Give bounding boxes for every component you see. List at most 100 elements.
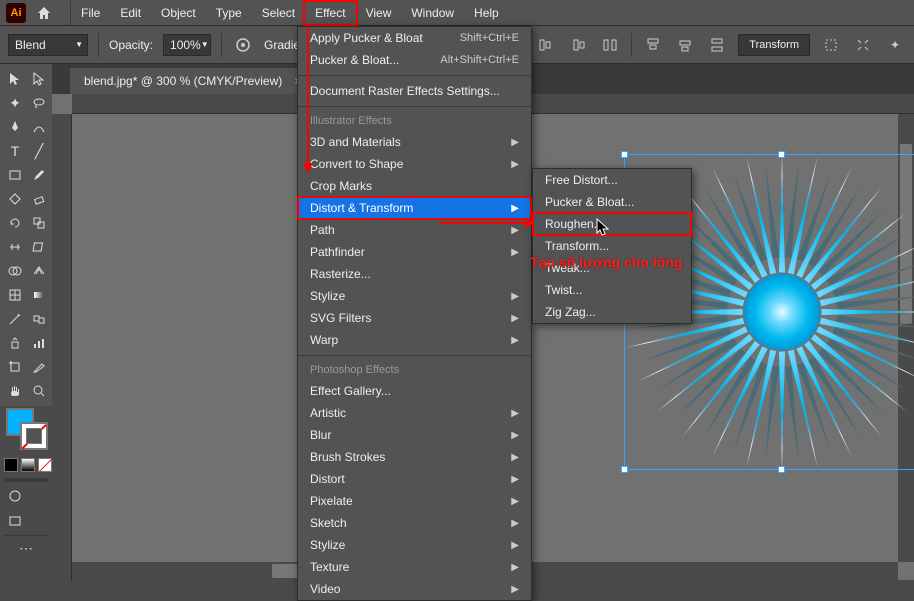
rotate-tool[interactable] [4, 212, 26, 234]
menu-crop-marks[interactable]: Crop Marks [298, 175, 531, 197]
blend-tool[interactable] [28, 308, 50, 330]
menu-distort[interactable]: Distort▶ [298, 468, 531, 490]
direct-selection-tool[interactable] [28, 68, 50, 90]
handle[interactable] [778, 151, 785, 158]
menu-edit[interactable]: Edit [110, 2, 151, 24]
menu-effect[interactable]: Effect [305, 2, 355, 24]
menu-view[interactable]: View [356, 2, 402, 24]
pen-tool[interactable] [4, 116, 26, 138]
screen-mode-icon[interactable] [4, 510, 26, 532]
draw-mode-icon[interactable] [4, 485, 26, 507]
opacity-label: Opacity: [109, 38, 153, 52]
scale-tool[interactable] [28, 212, 50, 234]
menu-last-effect[interactable]: Pucker & Bloat... Alt+Shift+Ctrl+E [298, 49, 531, 71]
transform-button[interactable]: Transform [738, 34, 810, 56]
menu-video[interactable]: Video▶ [298, 578, 531, 600]
paintbrush-tool[interactable] [28, 164, 50, 186]
symbol-sprayer-tool[interactable] [4, 332, 26, 354]
shaper-tool[interactable] [4, 188, 26, 210]
opacity-input[interactable]: 100%▼ [163, 34, 211, 56]
hand-tool[interactable] [4, 380, 26, 402]
none-mode[interactable] [38, 458, 52, 472]
effect-dropdown: Apply Pucker & Bloat Shift+Ctrl+E Pucker… [297, 26, 532, 601]
menu-convert-shape[interactable]: Convert to Shape▶ [298, 153, 531, 175]
handle[interactable] [621, 151, 628, 158]
menu-pixelate[interactable]: Pixelate▶ [298, 490, 531, 512]
submenu-roughen[interactable]: Roughen... [533, 213, 691, 235]
edit-icon[interactable] [852, 34, 874, 56]
color-mode-swatches [4, 458, 52, 472]
slice-tool[interactable] [28, 356, 50, 378]
submenu-twist[interactable]: Twist... [533, 279, 691, 301]
perspective-tool[interactable] [28, 260, 50, 282]
submenu-pucker-bloat[interactable]: Pucker & Bloat... [533, 191, 691, 213]
align-icon-3[interactable] [599, 34, 621, 56]
lasso-tool[interactable] [28, 92, 50, 114]
stroke-color-swatch[interactable] [20, 422, 48, 450]
menu-warp[interactable]: Warp▶ [298, 329, 531, 351]
menu-effect-gallery[interactable]: Effect Gallery... [298, 380, 531, 402]
gradient-mode[interactable] [21, 458, 35, 472]
type-tool[interactable]: T [4, 140, 26, 162]
menu-help[interactable]: Help [464, 2, 509, 24]
submenu-free-distort[interactable]: Free Distort... [533, 169, 691, 191]
curvature-tool[interactable] [28, 116, 50, 138]
menu-doc-raster[interactable]: Document Raster Effects Settings... [298, 80, 531, 102]
handle[interactable] [621, 466, 628, 473]
eyedropper-tool[interactable] [4, 308, 26, 330]
gradient-tool[interactable] [28, 284, 50, 306]
menu-file[interactable]: File [71, 2, 110, 24]
align-icon-2[interactable] [567, 34, 589, 56]
separator [298, 106, 531, 107]
menu-window[interactable]: Window [401, 2, 464, 24]
valign-icon-3[interactable] [706, 34, 728, 56]
menu-3d[interactable]: 3D and Materials▶ [298, 131, 531, 153]
line-tool[interactable]: ╱ [28, 140, 50, 162]
menu-apply-last[interactable]: Apply Pucker & Bloat Shift+Ctrl+E [298, 27, 531, 49]
valign-icon-2[interactable] [674, 34, 696, 56]
width-tool[interactable] [4, 236, 26, 258]
eraser-tool[interactable] [28, 188, 50, 210]
menu-select[interactable]: Select [252, 2, 305, 24]
menu-svg-filters[interactable]: SVG Filters▶ [298, 307, 531, 329]
menu-artistic[interactable]: Artistic▶ [298, 402, 531, 424]
menu-object[interactable]: Object [151, 2, 206, 24]
solid-color-mode[interactable] [4, 458, 18, 472]
magic-wand-tool[interactable]: ✦ [4, 92, 26, 114]
menu-sketch[interactable]: Sketch▶ [298, 512, 531, 534]
align-icon-1[interactable] [535, 34, 557, 56]
menu-path[interactable]: Path▶ [298, 219, 531, 241]
tab-title: blend.jpg* @ 300 % (CMYK/Preview) [84, 74, 282, 88]
rectangle-tool[interactable] [4, 164, 26, 186]
toolpanel: ✦ T ╱ [0, 64, 52, 406]
menu-pathfinder[interactable]: Pathfinder▶ [298, 241, 531, 263]
handle[interactable] [778, 466, 785, 473]
section-header: Photoshop Effects [298, 360, 531, 380]
star-icon[interactable]: ✦ [884, 34, 906, 56]
artboard-tool[interactable] [4, 356, 26, 378]
gradient-label: Gradie [264, 38, 300, 52]
menu-stylize[interactable]: Stylize▶ [298, 285, 531, 307]
menu-rasterize[interactable]: Rasterize... [298, 263, 531, 285]
style-dropdown[interactable]: Blend▼ [8, 34, 88, 56]
menu-blur[interactable]: Blur▶ [298, 424, 531, 446]
recolor-icon[interactable] [232, 34, 254, 56]
selection-tool[interactable] [4, 68, 26, 90]
zoom-tool[interactable] [28, 380, 50, 402]
menu-texture[interactable]: Texture▶ [298, 556, 531, 578]
menu-brush-strokes[interactable]: Brush Strokes▶ [298, 446, 531, 468]
menu-stylize-ps[interactable]: Stylize▶ [298, 534, 531, 556]
home-button[interactable] [34, 3, 54, 23]
shape-builder-tool[interactable] [4, 260, 26, 282]
edit-toolbar-icon[interactable]: ⋯ [4, 535, 48, 557]
submenu-zigzag[interactable]: Zig Zag... [533, 301, 691, 323]
valign-icon-1[interactable] [642, 34, 664, 56]
column-graph-tool[interactable] [28, 332, 50, 354]
isolate-icon[interactable] [820, 34, 842, 56]
menu-type[interactable]: Type [206, 2, 252, 24]
mesh-tool[interactable] [4, 284, 26, 306]
menu-distort-transform[interactable]: Distort & Transform▶ [298, 197, 531, 219]
free-transform-tool[interactable] [28, 236, 50, 258]
document-tab[interactable]: blend.jpg* @ 300 % (CMYK/Preview) × [70, 68, 315, 94]
distort-transform-submenu: Free Distort... Pucker & Bloat... Roughe… [532, 168, 692, 324]
